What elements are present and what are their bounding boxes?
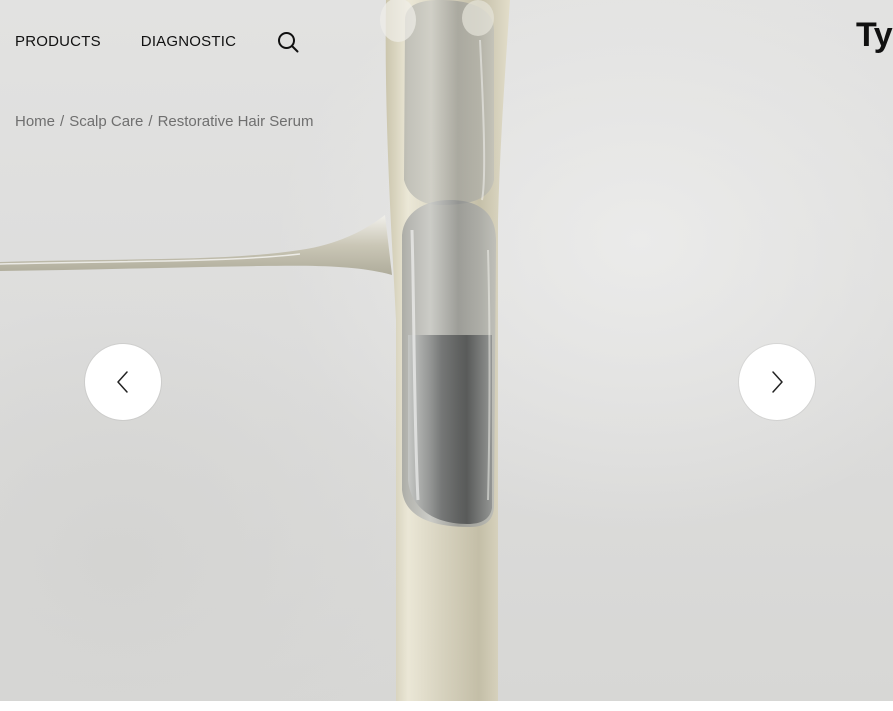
breadcrumb-current: Restorative Hair Serum [157, 113, 314, 130]
main-nav: PRODUCTS DIAGNOSTIC [15, 30, 300, 54]
breadcrumb-home[interactable]: Home [15, 113, 55, 130]
nav-link-products[interactable]: PRODUCTS [15, 30, 101, 54]
breadcrumb-scalp-care[interactable]: Scalp Care [69, 113, 143, 130]
carousel-prev-button[interactable] [85, 344, 161, 420]
carousel-next-button[interactable] [739, 344, 815, 420]
breadcrumb: Home / Scalp Care / Restorative Hair Ser… [15, 113, 313, 130]
search-icon [278, 32, 299, 53]
brand-logo[interactable]: Typ [856, 16, 893, 55]
chevron-right-icon [772, 371, 783, 393]
breadcrumb-separator: / [60, 113, 65, 130]
nav-link-diagnostic[interactable]: DIAGNOSTIC [141, 30, 236, 54]
breadcrumb-separator: / [148, 113, 153, 130]
search-button[interactable] [276, 30, 300, 54]
product-page: PRODUCTS DIAGNOSTIC Typ Home / Scalp Car… [0, 0, 893, 711]
chevron-left-icon [117, 371, 128, 393]
